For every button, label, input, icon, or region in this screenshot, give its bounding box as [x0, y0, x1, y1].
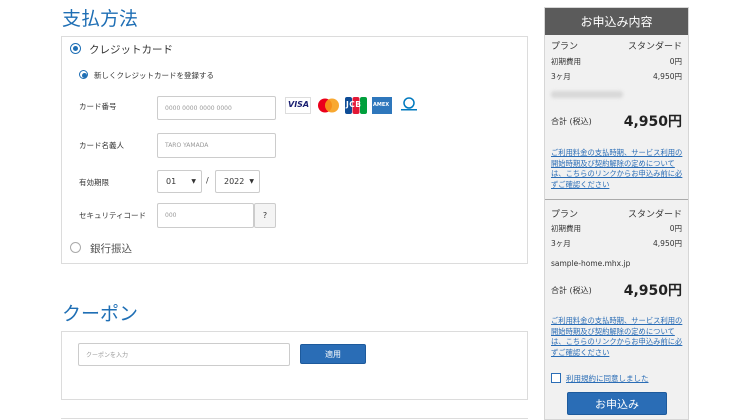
coupon-apply-button[interactable]: 適用: [300, 344, 366, 364]
credit-card-label: クレジットカード: [89, 44, 173, 56]
expiry-month-select[interactable]: 01 ▼: [157, 170, 202, 193]
bank-transfer-label: 銀行振込: [90, 243, 132, 255]
expiry-year-value: 2022: [224, 177, 245, 186]
jcb-logo-text: JCB: [346, 100, 362, 109]
expiry-month-value: 01: [166, 177, 177, 186]
period-label: 3ヶ月: [551, 239, 571, 248]
coupon-input[interactable]: クーポンを入力: [78, 343, 290, 366]
new-card-label: 新しくクレジットカードを登録する: [94, 71, 214, 80]
agree-checkbox[interactable]: [551, 373, 561, 383]
chevron-down-icon: ▼: [249, 178, 254, 185]
jcb-logo: JCB: [345, 97, 367, 114]
blurred-domain: [551, 91, 623, 98]
plan-value: スタンダード: [627, 42, 682, 52]
expiry-year-select[interactable]: 2022 ▼: [215, 170, 260, 193]
chevron-down-icon: ▼: [191, 178, 196, 185]
mastercard-icon: [318, 98, 339, 113]
order-summary-sidebar: お申込み内容 プラン スタンダード 初期費用 0円 3ヶ月 4,950円 合計 …: [544, 7, 689, 420]
plan-row: プラン スタンダード: [551, 39, 682, 52]
plan-row-2: プラン スタンダード: [551, 207, 682, 220]
period-value: 4,950円: [653, 239, 682, 248]
agree-label[interactable]: 利用規約に同意しました: [566, 373, 649, 384]
visa-logo: VISA: [285, 97, 311, 114]
period-value: 4,950円: [653, 72, 682, 81]
bottom-divider: [61, 418, 528, 419]
payment-title: 支払方法: [62, 8, 139, 30]
expiry-label: 有効期限: [79, 178, 109, 187]
visa-logo-text: VISA: [288, 100, 310, 109]
initial-fee-label: 初期費用: [551, 224, 581, 233]
plan-label: プラン: [551, 42, 579, 52]
summary-divider: [545, 199, 688, 200]
security-help-button[interactable]: ?: [254, 203, 276, 228]
total-value: 4,950円: [623, 114, 682, 130]
security-code-label: セキュリティコード: [79, 211, 147, 220]
bank-transfer-radio[interactable]: [70, 242, 81, 253]
submit-button[interactable]: お申込み: [567, 392, 667, 415]
total-label: 合計 (税込): [551, 285, 592, 295]
total-value: 4,950円: [623, 283, 682, 299]
total-label: 合計 (税込): [551, 116, 592, 126]
plan-label: プラン: [551, 210, 579, 220]
diners-logo: [398, 97, 420, 114]
initial-fee-value: 0円: [669, 224, 682, 233]
initial-fee-row-2: 初期費用 0円: [551, 223, 682, 234]
period-label: 3ヶ月: [551, 72, 571, 81]
expiry-separator: /: [206, 176, 209, 185]
plan-value: スタンダード: [627, 210, 682, 220]
initial-fee-row: 初期費用 0円: [551, 56, 682, 67]
security-code-input[interactable]: 000: [157, 203, 254, 228]
total-row: 合計 (税込) 4,950円: [551, 111, 682, 131]
amex-logo: AMEX: [372, 97, 392, 114]
total-row-2: 合計 (税込) 4,950円: [551, 280, 682, 300]
card-name-input[interactable]: TARO YAMADA: [157, 133, 276, 158]
period-row: 3ヶ月 4,950円: [551, 71, 682, 82]
period-row-2: 3ヶ月 4,950円: [551, 238, 682, 249]
domain-row: sample-home.mhx.jp: [551, 259, 682, 268]
coupon-title: クーポン: [62, 303, 139, 325]
credit-card-radio[interactable]: [70, 43, 81, 54]
order-summary-title: お申込み内容: [545, 8, 688, 35]
card-name-label: カード名義人: [79, 141, 124, 150]
terms-note-link[interactable]: ご利用料金の支払時期、サービス利用の開始時期及び契約解除の定めについては、こちら…: [551, 148, 683, 190]
initial-fee-label: 初期費用: [551, 57, 581, 66]
mastercard-logo: [315, 97, 342, 114]
card-number-label: カード番号: [79, 102, 117, 111]
terms-note-link-2[interactable]: ご利用料金の支払時期、サービス利用の開始時期及び契約解除の定めについては、こちら…: [551, 316, 683, 358]
new-card-radio[interactable]: [79, 70, 88, 79]
domain-value: sample-home.mhx.jp: [551, 259, 631, 268]
card-number-input[interactable]: 0000 0000 0000 0000: [157, 96, 276, 120]
initial-fee-value: 0円: [669, 57, 682, 66]
amex-logo-text: AMEX: [373, 102, 390, 108]
diners-club-icon: [401, 97, 417, 111]
